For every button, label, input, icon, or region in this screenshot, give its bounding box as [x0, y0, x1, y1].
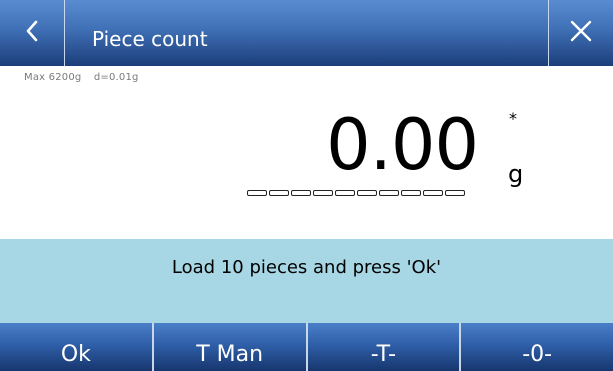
manual-tare-button[interactable]: T Man — [154, 323, 308, 371]
instruction-banner: Load 10 pieces and press 'Ok' — [0, 239, 613, 323]
close-icon — [568, 18, 594, 48]
load-bar-segment — [291, 190, 311, 196]
weight-display: 0.00 — [326, 104, 479, 186]
ok-button[interactable]: Ok — [0, 323, 154, 371]
load-bar-segment — [445, 190, 465, 196]
footer-toolbar: Ok T Man -T- -0- — [0, 323, 613, 371]
load-bar-segment — [247, 190, 267, 196]
load-bar-segment — [357, 190, 377, 196]
weight-unit: g — [508, 160, 524, 188]
page-title: Piece count — [92, 27, 208, 51]
stability-indicator: * — [509, 109, 517, 128]
load-bar-segment — [423, 190, 443, 196]
chevron-left-icon — [22, 16, 42, 50]
load-bar-segment — [313, 190, 333, 196]
close-button[interactable] — [548, 0, 613, 66]
back-button[interactable] — [0, 0, 65, 66]
load-bar-segment — [379, 190, 399, 196]
zero-button[interactable]: -0- — [461, 323, 613, 371]
tare-button[interactable]: -T- — [308, 323, 462, 371]
title-bar: Piece count — [0, 0, 613, 66]
load-bar — [247, 190, 465, 196]
instruction-text: Load 10 pieces and press 'Ok' — [171, 257, 442, 278]
load-bar-segment — [269, 190, 289, 196]
max-capacity-label: Max 6200g — [24, 72, 82, 83]
division-label: d=0.01g — [93, 72, 139, 83]
load-bar-segment — [335, 190, 355, 196]
load-bar-segment — [401, 190, 421, 196]
scale-specs: Max 6200g d=0.01g — [24, 72, 148, 83]
